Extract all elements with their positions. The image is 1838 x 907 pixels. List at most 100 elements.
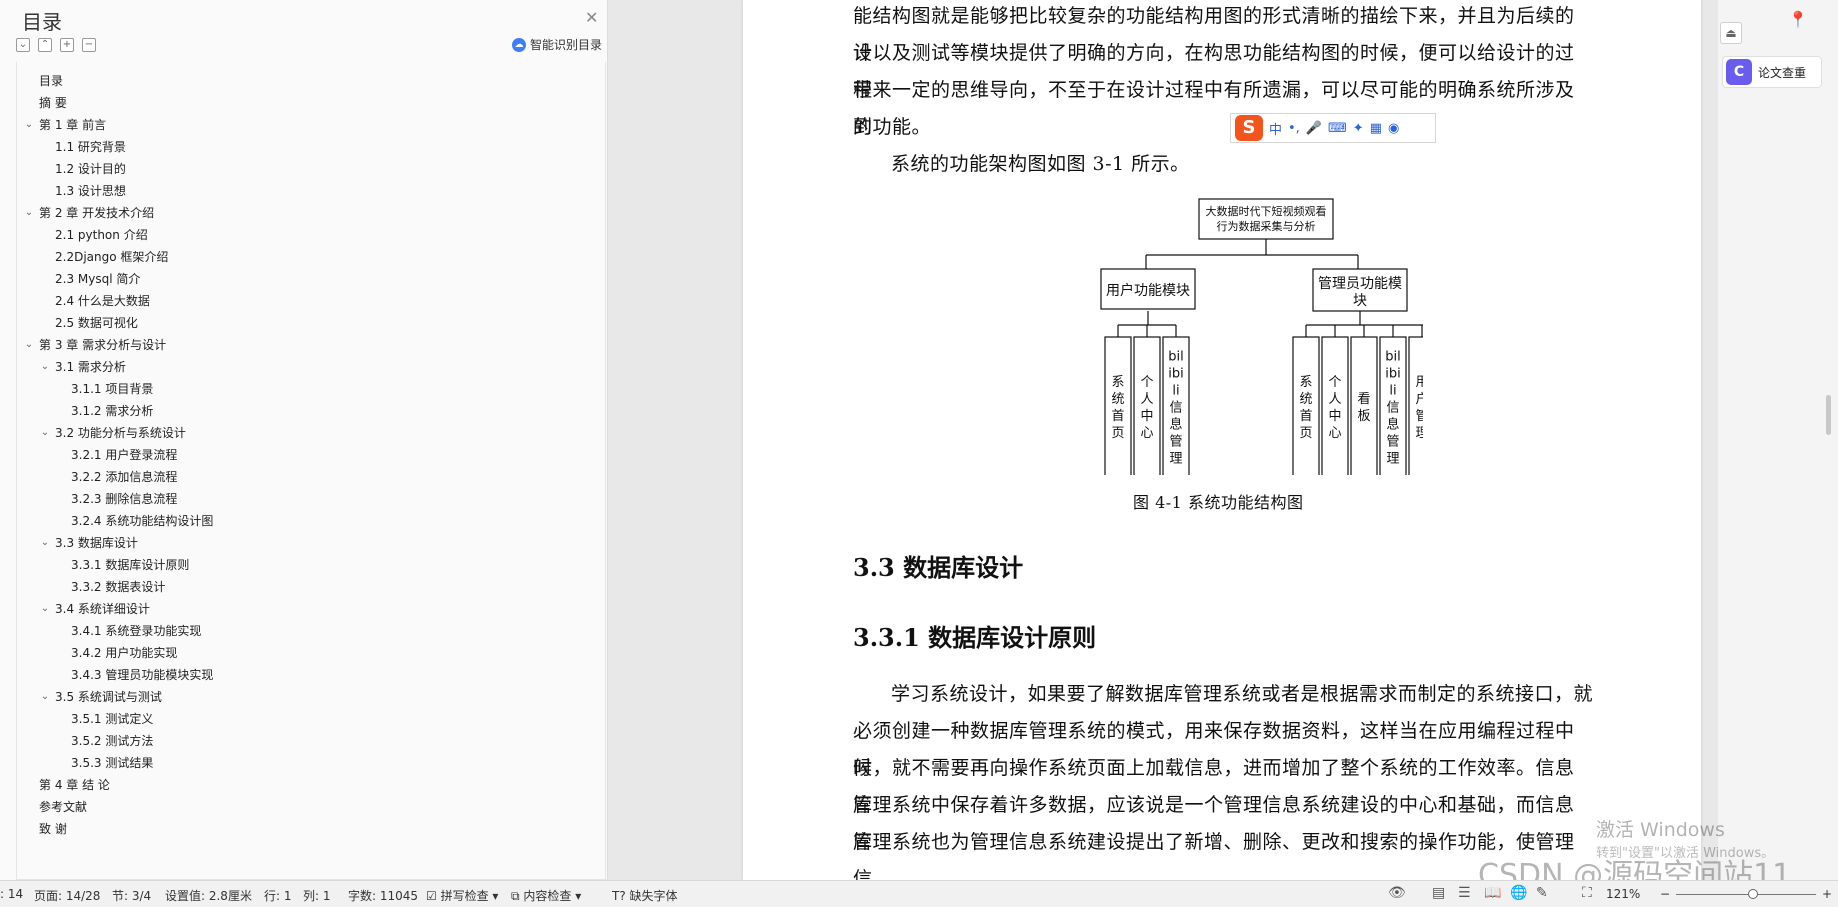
toc-item[interactable]: 3.5.3 测试结果 [71,752,153,772]
toc-item[interactable]: 参考文献 [39,796,87,816]
fit-page-icon[interactable]: ⛶ [1582,885,1592,901]
add-heading-icon[interactable]: + [60,38,74,52]
location-pin-icon[interactable]: 📍 [1784,4,1812,34]
toc-list: 目录摘 要 ⌄ 第 1 章 前言 1.1 研究背景 1.2 设计目的 1.3 设计思想 ⌄ 第… [16,62,606,880]
chevron-down-icon[interactable]: ⌄ [23,119,35,130]
leaf-node-label: bil [1168,350,1183,365]
toc-item[interactable]: ⌄ 3.4 系统详细设计 [39,598,150,618]
chevron-down-icon[interactable]: ⌄ [39,603,51,614]
plagiarism-check-button[interactable]: C 论文查重 [1722,56,1822,88]
toc-item[interactable]: 1.2 设计目的 [55,158,126,178]
eye-protect-icon[interactable]: 👁 [1388,885,1406,901]
toc-item-label: 第 2 章 开发技术介绍 [39,205,155,220]
ime-toolbar[interactable]: S 中 •, 🎤 ⌨ ✦ ▦ ◉ [1230,113,1436,143]
toc-item[interactable]: 3.4.3 管理员功能模块实现 [71,664,213,684]
avatar-icon[interactable]: ◉ [1388,121,1399,136]
toc-item[interactable]: ⌄ 第 1 章 前言 [23,114,106,134]
toc-item[interactable]: 1.1 研究背景 [55,136,126,156]
leaf-node-label: 管 [1169,435,1182,450]
toc-item[interactable]: 致 谢 [39,818,67,838]
content-check-button[interactable]: ⧉ 内容检查 ▾ [511,887,581,904]
vertical-scrollbar[interactable] [1826,395,1831,435]
zoom-out-button[interactable]: − [1660,887,1670,901]
ai-toc-button[interactable]: ☁ 智能识别目录 [512,36,602,53]
toc-item-label: 第 4 章 结 论 [39,777,110,792]
zoom-slider-thumb[interactable] [1748,889,1758,899]
user-module-label: 用户功能模块 [1106,282,1190,299]
leaf-node-label: 用 [1415,375,1423,390]
toc-item[interactable]: ⌄ 3.5 系统调试与测试 [39,686,162,706]
chevron-down-icon[interactable]: ⌄ [39,537,51,548]
toc-item[interactable]: 3.2.1 用户登录流程 [71,444,177,464]
toc-item[interactable]: 3.1.2 需求分析 [71,400,153,420]
chinese-mode-icon[interactable]: 中 [1269,119,1282,138]
toc-item[interactable]: 3.2.2 添加信息流程 [71,466,177,486]
toc-item[interactable]: 3.1.1 项目背景 [71,378,153,398]
skin-icon[interactable]: ✦ [1353,121,1364,136]
toc-item[interactable]: 2.3 Mysql 简介 [55,268,140,288]
admin-module-label: 块 [1353,293,1367,309]
toc-item[interactable]: 目录 [39,70,63,90]
toc-item[interactable]: ⌄ 3.1 需求分析 [39,356,126,376]
document-page[interactable]: 能结构图就是能够把比较复杂的功能结构用图的形式清晰的描绘下来，并且为后续的设 计以… [743,0,1701,890]
expand-all-icon[interactable]: ⌄ [16,38,30,52]
reading-view-icon[interactable]: 📖 [1484,885,1501,901]
toc-item[interactable]: 3.2.3 删除信息流程 [71,488,177,508]
toc-item-label: 3.5.1 测试定义 [71,711,154,726]
punctuation-icon[interactable]: •, [1288,121,1300,136]
chevron-down-icon[interactable]: ⌄ [23,207,35,218]
toc-item[interactable]: 第 4 章 结 论 [39,774,110,794]
toc-item[interactable]: 2.4 什么是大数据 [55,290,150,310]
page-view-icon[interactable]: ▤ [1432,885,1445,901]
toc-item[interactable]: ⌄ 第 2 章 开发技术介绍 [23,202,154,222]
toc-item[interactable]: 2.1 python 介绍 [55,224,148,244]
outline-view-icon[interactable]: ☰ [1458,885,1471,901]
collapse-panel-icon[interactable]: ⏏ [1720,22,1742,44]
microphone-icon[interactable]: 🎤 [1306,121,1322,136]
collapse-all-icon[interactable]: ⌃ [38,38,52,52]
toc-item[interactable]: 3.5.2 测试方法 [71,730,153,750]
web-view-icon[interactable]: 🌐 [1510,885,1527,901]
toc-item[interactable]: 1.3 设计思想 [55,180,126,200]
toc-item[interactable]: 2.2Django 框架介绍 [55,246,168,266]
spellcheck-button[interactable]: ☑ 拼写检查 ▾ [426,887,498,904]
toc-item[interactable]: 2.5 数据可视化 [55,312,138,332]
toc-item[interactable]: 3.4.2 用户功能实现 [71,642,177,662]
status-wordcount[interactable]: 字数: 11045 [348,887,418,904]
pen-icon[interactable]: ✎ [1536,885,1548,901]
toc-item-label: 3.2.3 删除信息流程 [71,491,178,506]
toolbox-icon[interactable]: ▦ [1370,121,1382,136]
leaf-node-label: 板 [1357,409,1370,424]
toc-item[interactable]: 3.5.1 测试定义 [71,708,153,728]
keyboard-icon[interactable]: ⌨ [1328,121,1347,136]
toc-item-label: 3.1.2 需求分析 [71,403,154,418]
zoom-level[interactable]: 121% [1606,887,1640,901]
sogou-logo-icon[interactable]: S [1235,115,1263,141]
leaf-node-label: 系 [1299,375,1312,390]
toc-item[interactable]: 3.2.4 系统功能结构设计图 [71,510,213,530]
status-bar: : 14 页面: 14/28 节: 3/4 设置值: 2.8厘米 行: 1 列:… [0,880,1838,907]
leaf-node-label: 页 [1299,426,1312,441]
toc-item[interactable]: ⌄ 3.2 功能分析与系统设计 [39,422,186,442]
chevron-down-icon[interactable]: ⌄ [39,691,51,702]
cloud-icon: ☁ [512,37,526,52]
close-icon[interactable]: ✕ [585,8,598,27]
chevron-down-icon[interactable]: ⌄ [23,339,35,350]
remove-heading-icon[interactable]: − [82,38,96,52]
zoom-slider-track[interactable] [1676,894,1816,895]
leaf-node-label: 息 [1169,417,1182,433]
toc-item[interactable]: ⌄ 第 3 章 需求分析与设计 [23,334,166,354]
chevron-down-icon[interactable]: ⌄ [39,427,51,438]
status-page-partial: : 14 [0,887,24,901]
toc-item[interactable]: 3.4.1 系统登录功能实现 [71,620,201,640]
chevron-down-icon[interactable]: ⌄ [39,361,51,372]
missing-font-button[interactable]: T? 缺失字体 [612,887,678,904]
toc-item[interactable]: 摘 要 [39,92,67,112]
toc-item[interactable]: 3.3.1 数据库设计原则 [71,554,189,574]
toc-item[interactable]: ⌄ 3.3 数据库设计 [39,532,138,552]
leaf-node-label: li [1389,384,1396,399]
zoom-in-button[interactable]: + [1822,887,1832,901]
status-page[interactable]: 页面: 14/28 [34,887,100,904]
toc-item[interactable]: 3.3.2 数据表设计 [71,576,165,596]
content-check-label: 内容检查 [523,889,572,903]
